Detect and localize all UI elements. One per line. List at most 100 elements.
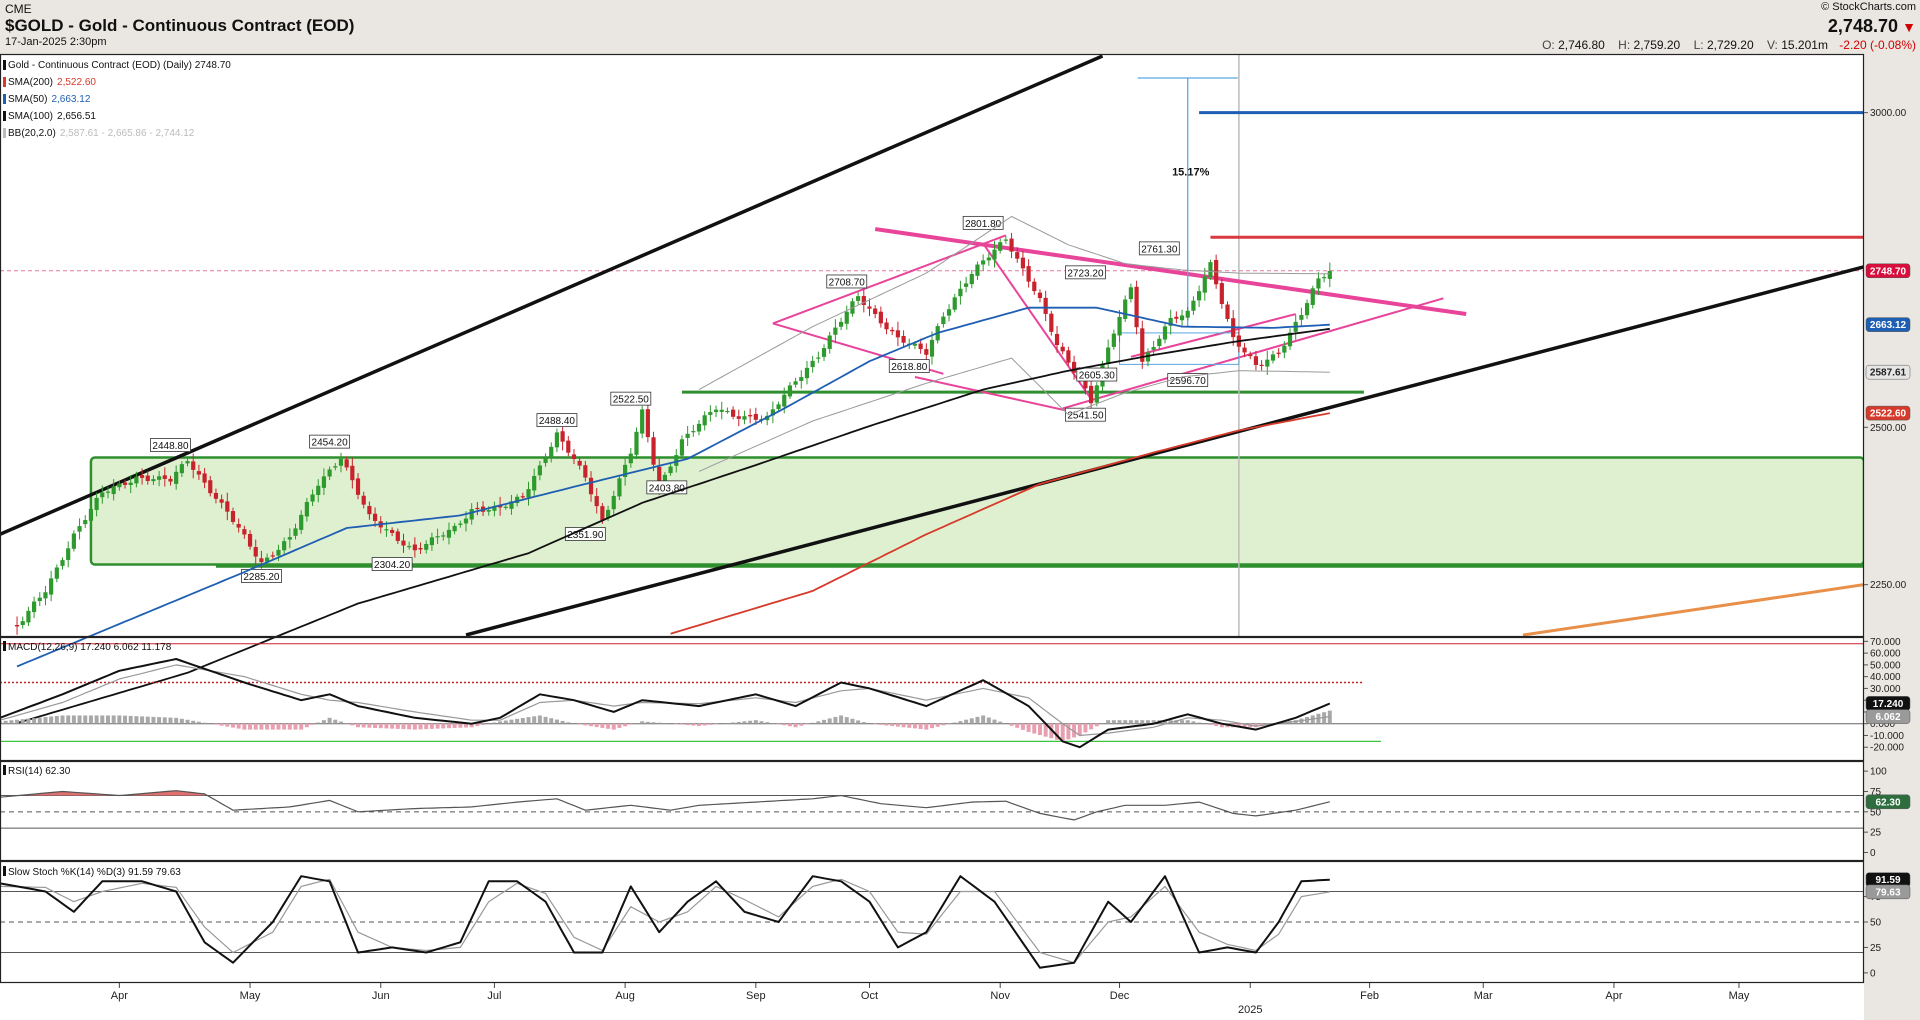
macd-histogram-bar	[1089, 723, 1094, 730]
candle-body	[185, 461, 190, 464]
macd-histogram-bar	[66, 715, 71, 724]
macd-histogram-bar	[1094, 723, 1099, 727]
candle-body	[929, 339, 935, 357]
candle-body	[452, 525, 457, 532]
macd-histogram-bar	[594, 723, 599, 728]
macd-histogram-bar	[799, 723, 804, 726]
macd-histogram-bar	[1020, 723, 1025, 730]
candle-body	[219, 499, 224, 503]
macd-histogram-bar	[231, 723, 235, 728]
candle-body	[634, 431, 639, 455]
price-annotation-text: 2761.30	[1141, 244, 1178, 255]
macd-histogram-bar	[123, 715, 128, 724]
candle-body	[986, 257, 991, 261]
macd-histogram-bar	[202, 722, 207, 724]
macd-histogram-bar	[395, 723, 400, 729]
price-tag-0-text: 2748.70	[1870, 266, 1907, 277]
candle-body	[1310, 288, 1315, 305]
macd-histogram-bar	[321, 720, 326, 724]
price-axis-label-2: 2250.00	[1870, 580, 1907, 591]
candle-body	[645, 409, 650, 438]
candle-body	[469, 509, 474, 520]
macd-histogram-bar	[782, 723, 787, 726]
price-axis-label-1: 2500.00	[1870, 423, 1907, 434]
macd-histogram-bar	[1123, 720, 1128, 724]
macd-histogram-bar	[3, 720, 8, 724]
macd-histogram-bar	[248, 723, 253, 730]
time-axis-label-3: Jul	[487, 990, 501, 1002]
candle-body	[1196, 291, 1202, 301]
macd-histogram-bar	[151, 716, 156, 724]
candle-body	[441, 535, 446, 537]
time-axis-label-11: Mar	[1474, 990, 1493, 1002]
macd-histogram-bar	[418, 723, 423, 730]
macd-histogram-bar	[384, 723, 389, 729]
stoch-axis-label-1: 50	[1870, 918, 1882, 929]
macd-histogram-bar	[651, 722, 656, 724]
rsi-tag-text: 62.30	[1875, 797, 1900, 808]
macd-histogram-bar	[225, 723, 230, 727]
time-axis-label-1: May	[240, 990, 261, 1002]
candle-body	[549, 446, 554, 458]
macd-histogram-bar	[787, 723, 792, 727]
macd-legend-part-0: MACD(12,26,9) 17.240 6.062 11.178	[8, 642, 172, 653]
candle-body	[208, 480, 213, 494]
candle-body	[105, 491, 111, 493]
stoch-axis: 755025091.5979.63	[1864, 872, 1911, 979]
candle-body	[196, 471, 202, 475]
candle-body	[1208, 262, 1213, 277]
candle-body	[435, 536, 440, 538]
macd-histogram-bar	[969, 718, 974, 724]
price-axis: 3000.00 2500.00 2250.00 2748.70 2663.12 2587.…	[1864, 108, 1911, 591]
macd-histogram-bar	[100, 715, 105, 724]
macd-histogram-bar	[532, 716, 537, 724]
candle	[1134, 280, 1139, 335]
candle-body	[1066, 350, 1071, 363]
macd-histogram-bar	[1140, 720, 1145, 724]
candle-body	[1265, 359, 1270, 367]
macd-histogram-bar	[1197, 722, 1202, 724]
candle-body	[992, 249, 997, 260]
macd-histogram-bar	[333, 719, 338, 724]
candle-body	[600, 506, 605, 521]
macd-histogram-bar	[338, 721, 343, 724]
candle-body	[1026, 266, 1031, 282]
candle-body	[247, 533, 253, 547]
chart-canvas[interactable]: 15.17% 2448.80 2454.20 2285.20 2304.20 2351.9…	[0, 0, 1920, 1020]
candle-body	[640, 409, 645, 434]
legend-swatch-4	[3, 128, 6, 138]
macd-histogram-bar	[589, 723, 594, 727]
macd-histogram-bar	[981, 715, 986, 724]
macd-histogram-bar	[714, 723, 719, 725]
candle-body	[532, 475, 537, 491]
candle-body	[145, 475, 150, 481]
macd-histogram-bar	[15, 719, 20, 724]
candle-body	[287, 537, 292, 540]
candle-body	[611, 495, 616, 510]
price-annotation-text: 2723.20	[1067, 268, 1104, 279]
candle-body	[981, 260, 986, 265]
price-annotation: 2403.80	[646, 480, 688, 494]
macd-histogram-bar	[873, 723, 878, 725]
macd-histogram-bar	[964, 719, 969, 724]
macd-histogram-bar	[412, 723, 417, 730]
candle-body	[412, 544, 417, 551]
macd-histogram-bar	[134, 716, 139, 724]
macd-histogram-bar	[1128, 720, 1133, 724]
candle-body	[810, 360, 815, 368]
candle-body	[924, 349, 929, 355]
candle-body	[355, 478, 361, 495]
price-tag-1: 2663.12	[1865, 317, 1911, 332]
price-legend-row-3-part-1: 2,656.51	[57, 111, 96, 122]
macd-histogram-bar	[697, 723, 701, 727]
candle-body	[117, 483, 122, 488]
macd-histogram-bar	[623, 723, 628, 727]
candle-body	[344, 459, 349, 468]
macd-histogram-bar	[117, 715, 122, 724]
macd-histogram-bar	[492, 722, 497, 724]
macd-histogram-bar	[429, 723, 434, 729]
macd-histogram-bar	[140, 716, 145, 724]
macd-histogram-bar	[219, 723, 224, 726]
macd-histogram-bar	[793, 723, 798, 728]
candle-body	[270, 555, 275, 557]
